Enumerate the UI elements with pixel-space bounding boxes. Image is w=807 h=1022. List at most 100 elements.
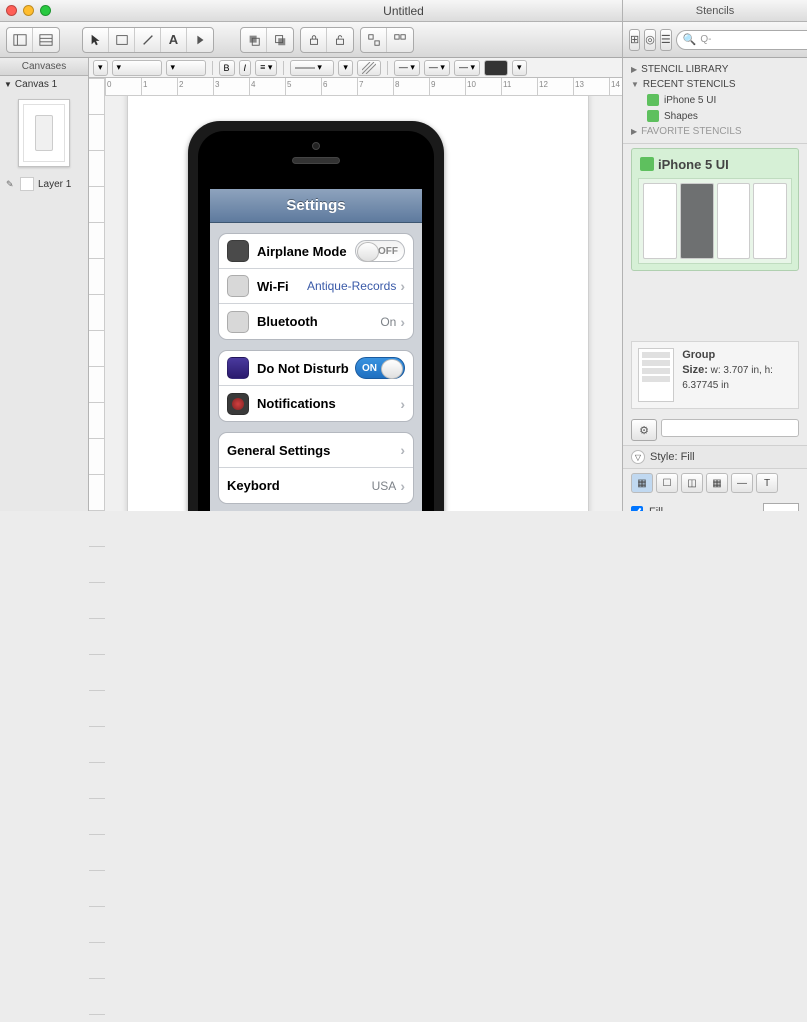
shape-tool-button[interactable]: [109, 28, 135, 52]
italic-button[interactable]: I: [239, 60, 252, 76]
vertical-ruler: [89, 78, 105, 511]
keyboard-cell[interactable]: Keybord USA ›: [219, 468, 413, 503]
grid-icon[interactable]: ⊞: [629, 29, 640, 51]
airplane-mode-cell[interactable]: Airplane Mode OFF: [219, 234, 413, 269]
sidebar-toggle-button[interactable]: [7, 28, 33, 52]
size-dropdown[interactable]: ▾: [166, 60, 206, 76]
cell-label: Wi-Fi: [257, 279, 307, 294]
stencil-item-shapes[interactable]: Shapes: [631, 108, 799, 124]
align-dropdown[interactable]: ≡ ▾: [255, 60, 277, 76]
fill-color-well[interactable]: [763, 503, 799, 511]
iphone-screen: Settings Airplane Mode OFF Wi-Fi Antique…: [210, 189, 422, 511]
notifications-cell[interactable]: Notifications ›: [219, 386, 413, 421]
cell-label: Notifications: [257, 396, 400, 411]
chevron-right-icon: ›: [400, 278, 405, 294]
canvas-area[interactable]: Settings Airplane Mode OFF Wi-Fi Antique…: [105, 96, 622, 511]
navbar-title: Settings: [286, 197, 345, 214]
canvases-header: Canvases: [0, 58, 88, 76]
group-button[interactable]: [361, 28, 387, 52]
line-end-dropdown[interactable]: — ▾: [454, 60, 480, 76]
cell-value: USA: [372, 479, 397, 493]
action-button[interactable]: ⚙: [631, 419, 657, 441]
line-start-dropdown[interactable]: — ▾: [394, 60, 420, 76]
canvas-thumbnail[interactable]: [0, 93, 88, 173]
airplane-toggle[interactable]: OFF: [355, 240, 405, 262]
chevron-right-icon: ›: [400, 314, 405, 330]
canvases-sidebar: Canvases ▼ Canvas 1 ✎ Layer 1: [0, 58, 89, 511]
view-mode-group: [6, 27, 60, 53]
search-icon: 🔍: [683, 33, 697, 46]
layer-row[interactable]: ✎ Layer 1: [0, 173, 88, 195]
bring-front-button[interactable]: [241, 28, 267, 52]
style-label: Style: Fill: [650, 451, 695, 463]
search-field[interactable]: [716, 34, 807, 45]
zoom-dropdown[interactable]: ▾: [93, 60, 108, 76]
style-header[interactable]: ▽ Style: Fill: [623, 445, 807, 469]
canvas-row[interactable]: ▼ Canvas 1: [0, 76, 88, 93]
close-icon[interactable]: [6, 5, 17, 16]
recent-stencils-row[interactable]: ▼RECENT STENCILS: [631, 77, 799, 92]
stencil-preview[interactable]: iPhone 5 UI: [631, 148, 799, 271]
stencils-titlebar: Stencils: [622, 0, 807, 22]
list-icon[interactable]: ☰: [660, 29, 672, 51]
stencil-item-iphone[interactable]: iPhone 5 UI: [631, 92, 799, 108]
outline-view-button[interactable]: [33, 28, 59, 52]
disclosure-icon[interactable]: ▽: [631, 450, 645, 464]
selection-tool-button[interactable]: [83, 28, 109, 52]
traffic-lights: [6, 5, 51, 16]
dnd-cell[interactable]: Do Not Disturb ON: [219, 351, 413, 386]
cell-label: Airplane Mode: [257, 244, 355, 259]
wifi-icon: [227, 275, 249, 297]
stencil-library-row[interactable]: ▶STENCIL LIBRARY: [631, 62, 799, 77]
dnd-icon: [227, 357, 249, 379]
ungroup-button[interactable]: [387, 28, 413, 52]
bold-button[interactable]: B: [219, 60, 235, 76]
bluetooth-icon: [227, 311, 249, 333]
fill-checkbox[interactable]: [631, 506, 643, 511]
text-tab[interactable]: T: [756, 473, 778, 493]
cell-label: Bluetooth: [257, 314, 380, 329]
disclosure-triangle-icon[interactable]: ▼: [4, 80, 12, 89]
airplane-icon: [227, 240, 249, 262]
fill-label: Fill: [649, 506, 663, 511]
line-tab[interactable]: —: [731, 473, 753, 493]
wifi-cell[interactable]: Wi-Fi Antique-Records ›: [219, 269, 413, 304]
stroke-dropdown[interactable]: ▾: [290, 60, 334, 76]
lock-button[interactable]: [301, 28, 327, 52]
minimize-icon[interactable]: [23, 5, 34, 16]
font-dropdown[interactable]: ▾: [112, 60, 162, 76]
chevron-right-icon: ›: [400, 442, 405, 458]
stroke-color[interactable]: [484, 60, 508, 76]
iphone-mockup[interactable]: Settings Airplane Mode OFF Wi-Fi Antique…: [188, 121, 444, 511]
endpoint-dropdown[interactable]: ▾: [512, 60, 527, 76]
unlock-button[interactable]: [327, 28, 353, 52]
stencil-search-input[interactable]: 🔍 Q-: [676, 30, 807, 50]
bluetooth-cell[interactable]: Bluetooth On ›: [219, 304, 413, 339]
layer-swatch-icon: [20, 177, 34, 191]
size-label: Size:: [682, 364, 708, 376]
image-tab[interactable]: ▦: [706, 473, 728, 493]
dnd-toggle[interactable]: ON: [355, 357, 405, 379]
fill-tab[interactable]: ▦: [631, 473, 653, 493]
cell-label: Do Not Disturb: [257, 361, 355, 376]
stencils-toolbar: ⊞ ◎ ☰ 🔍 Q-: [622, 22, 807, 58]
line-style-dropdown[interactable]: — ▾: [424, 60, 450, 76]
canvas-page: Settings Airplane Mode OFF Wi-Fi Antique…: [127, 96, 589, 511]
cell-value: On: [380, 315, 396, 329]
name-input[interactable]: [661, 419, 799, 437]
line-tool-button[interactable]: [135, 28, 161, 52]
hatch-button[interactable]: [357, 60, 381, 76]
general-cell[interactable]: General Settings ›: [219, 433, 413, 468]
fill-row: Fill: [623, 497, 807, 511]
shadow-tab[interactable]: ◫: [681, 473, 703, 493]
notifications-icon: [227, 393, 249, 415]
fill-dropdown[interactable]: ▾: [338, 60, 353, 76]
send-back-button[interactable]: [267, 28, 293, 52]
stroke-tab[interactable]: ☐: [656, 473, 678, 493]
cell-value: Antique-Records: [307, 279, 396, 293]
favorite-stencils-row[interactable]: ▶FAVORITE STENCILS: [631, 124, 799, 139]
browse-tool-button[interactable]: [187, 28, 213, 52]
target-icon[interactable]: ◎: [644, 29, 656, 51]
zoom-icon[interactable]: [40, 5, 51, 16]
text-tool-button[interactable]: A: [161, 28, 187, 52]
